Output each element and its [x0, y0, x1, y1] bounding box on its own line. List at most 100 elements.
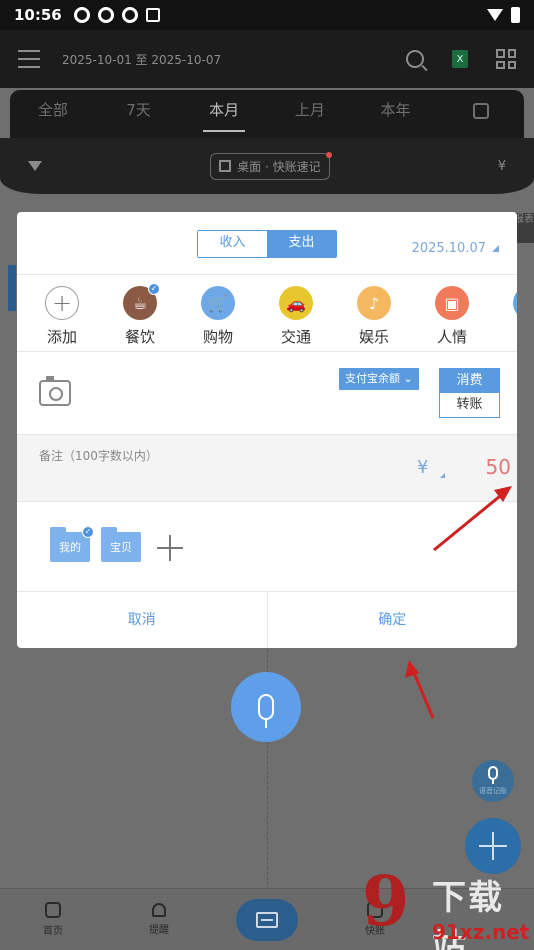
dialog-actions: 取消 确定: [17, 592, 517, 648]
expense-toggle[interactable]: 支出: [267, 231, 336, 257]
battery-icon: [511, 7, 520, 23]
chevron-down-icon: ⌄: [403, 372, 413, 385]
tag-row: 我的 ✓ 宝贝: [17, 502, 517, 592]
voice-note-fab[interactable]: 语音记账: [472, 760, 514, 802]
tab-calendar[interactable]: [438, 90, 524, 138]
notification-icon: [121, 7, 138, 23]
income-toggle[interactable]: 收入: [198, 231, 267, 257]
filter-icon[interactable]: [28, 161, 42, 171]
menu-icon[interactable]: [18, 50, 40, 68]
site-watermark: 9 下载站 91xz.net: [362, 862, 534, 950]
desktop-quick-note-pill[interactable]: 桌面 · 快账速记: [210, 151, 332, 180]
currency-selector[interactable]: ¥: [417, 457, 428, 478]
microphone-icon: [488, 766, 498, 784]
tab-this-year[interactable]: 本年: [353, 90, 439, 138]
kind-consume[interactable]: 消费: [440, 369, 499, 393]
nav-home[interactable]: 首页: [0, 902, 106, 937]
amount-value[interactable]: 50: [486, 455, 511, 479]
add-tag-icon[interactable]: [157, 535, 183, 561]
account-select[interactable]: 支付宝余额 ⌄: [339, 368, 419, 390]
category-label: 餐饮: [124, 328, 155, 346]
app-notification-icon: [145, 8, 160, 22]
category-dining[interactable]: ☕ ✓ 餐饮: [101, 275, 179, 351]
category-label: 娱乐: [358, 328, 389, 346]
tag-folder-mine[interactable]: 我的 ✓: [50, 526, 94, 562]
period-tabs: 全部 7天 本月 上月 本年: [10, 90, 524, 138]
car-icon: 🚗: [279, 286, 313, 320]
category-entertainment[interactable]: ♪ 娱乐: [335, 275, 413, 351]
voice-input-button[interactable]: [231, 672, 301, 742]
check-icon: ✓: [148, 283, 160, 295]
filter-bar: 桌面 · 快账速记 ¥: [0, 138, 534, 194]
voice-note-caption: 语音记账: [479, 787, 507, 795]
wifi-icon: [487, 9, 503, 21]
category-label: 添加: [46, 328, 77, 346]
red-dot-badge: [325, 151, 332, 158]
notification-icon: [73, 7, 90, 23]
bell-icon: [152, 903, 166, 917]
tab-7days[interactable]: 7天: [96, 90, 182, 138]
tag-folder-baby[interactable]: 宝贝: [101, 527, 141, 562]
category-add[interactable]: + 添加: [23, 275, 101, 351]
tag-label: 宝贝: [110, 541, 132, 554]
watermark-logo: 9: [362, 862, 410, 942]
note-placeholder: 备注（100字数以内）: [39, 449, 158, 463]
date-value: 2025.10.07: [411, 241, 486, 256]
check-icon: ✓: [82, 526, 94, 538]
status-notification-icons: [73, 7, 160, 23]
category-label: 交通: [280, 328, 311, 346]
add-record-dialog: 收入 支出 2025.10.07 + 添加 ☕ ✓ 餐饮 🛒 购物 🚗 交通 ♪ …: [17, 212, 517, 648]
search-icon[interactable]: [406, 50, 424, 68]
status-bar: 10:56: [0, 0, 534, 30]
category-label: 人情: [436, 328, 467, 346]
dining-icon: ☕ ✓: [123, 283, 160, 320]
category-shopping[interactable]: 🛒 购物: [179, 275, 257, 351]
shopping-cart-icon: 🛒: [201, 286, 235, 320]
report-tab[interactable]: 报表: [514, 213, 534, 243]
add-icon: +: [45, 286, 79, 320]
record-kind-picker: 消费 转账: [439, 368, 500, 418]
nav-reminders[interactable]: 提醒: [106, 903, 212, 936]
account-select-label: 支付宝余额: [345, 372, 400, 385]
watermark-url: 91xz.net: [432, 920, 530, 944]
microphone-icon: [258, 694, 274, 728]
tab-this-month[interactable]: 本月: [181, 90, 267, 138]
tab-all[interactable]: 全部: [10, 90, 96, 138]
water-icon: ~: [513, 286, 517, 320]
desk-pill-label: 桌面 · 快账速记: [237, 159, 321, 174]
inbox-tray-icon: [256, 911, 278, 928]
camera-icon[interactable]: [39, 376, 71, 406]
status-time: 10:56: [14, 6, 62, 24]
category-gifts[interactable]: ▣ 人情: [413, 275, 491, 351]
category-water[interactable]: ~ 水: [491, 275, 517, 351]
kind-transfer[interactable]: 转账: [440, 393, 499, 417]
date-range[interactable]: 2025-10-01 至 2025-10-07: [62, 51, 221, 68]
home-icon: [45, 902, 61, 918]
calendar-icon: [473, 102, 490, 119]
tab-last-month[interactable]: 上月: [267, 90, 353, 138]
widget-icon: [219, 160, 232, 172]
category-label: 购物: [202, 328, 233, 346]
note-input[interactable]: 备注（100字数以内） ¥ 50: [17, 434, 517, 502]
category-list: + 添加 ☕✓ 餐饮 🛒 购物 🚗 交通 ♪ 娱乐 ▣ 人情 ~ 水: [17, 274, 517, 352]
grid-apps-icon[interactable]: [496, 49, 516, 69]
type-toggle: 收入 支出: [197, 230, 337, 258]
currency-icon[interactable]: ¥: [498, 159, 506, 174]
confirm-button[interactable]: 确定: [268, 592, 518, 648]
nav-label: 提醒: [149, 925, 169, 936]
date-picker[interactable]: 2025.10.07: [412, 241, 499, 256]
notification-icon: [97, 7, 114, 23]
dropdown-corner-icon: [440, 473, 445, 478]
category-transport[interactable]: 🚗 交通: [257, 275, 335, 351]
account-row: 支付宝余额 ⌄ 消费 转账: [17, 352, 517, 434]
cancel-button[interactable]: 取消: [17, 592, 268, 648]
nav-label: 首页: [43, 926, 63, 937]
arrow-to-confirm: [405, 660, 435, 719]
excel-export-icon[interactable]: X: [452, 50, 468, 68]
record-indicator: [8, 265, 16, 311]
tag-label: 我的: [59, 541, 81, 554]
nav-inbox-button[interactable]: [236, 898, 298, 941]
app-header: 2025-10-01 至 2025-10-07 X: [0, 30, 534, 88]
dropdown-corner-icon: [492, 245, 499, 252]
gift-icon: ▣: [435, 286, 469, 320]
